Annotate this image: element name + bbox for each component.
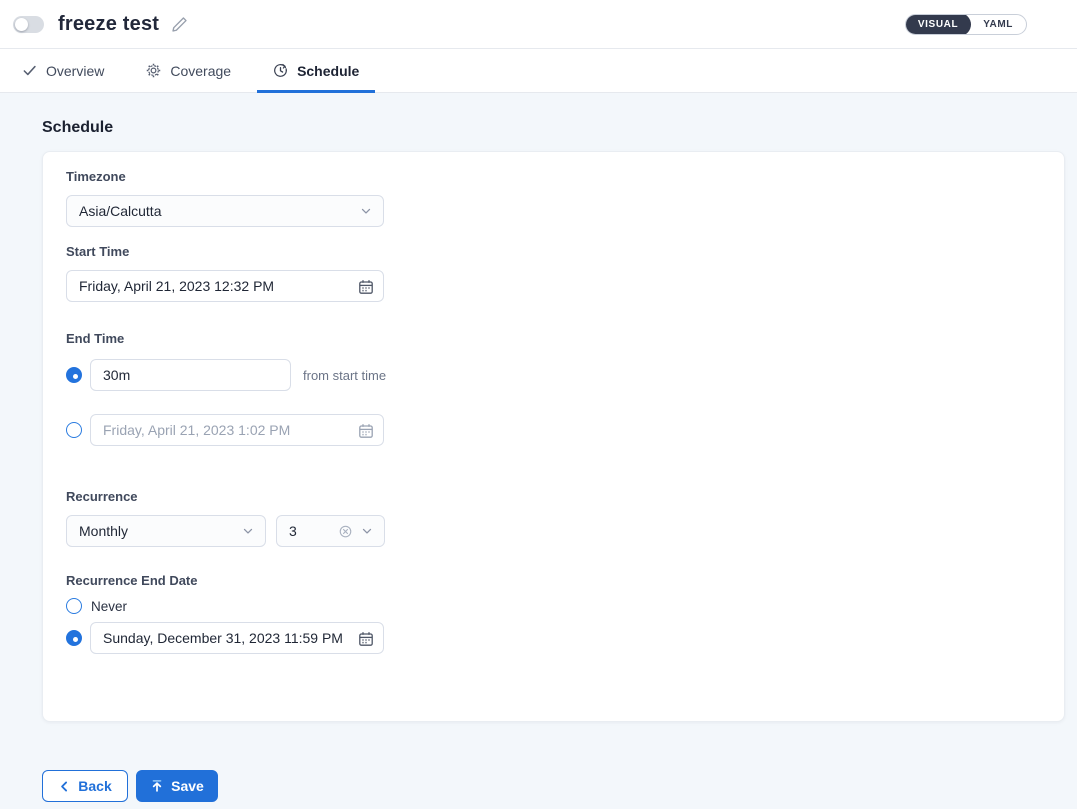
tab-coverage-label: Coverage <box>170 63 231 79</box>
recurrence-label: Recurrence <box>66 489 1040 505</box>
duration-input[interactable] <box>91 360 290 390</box>
mode-switch: VISUAL YAML <box>905 14 1027 35</box>
timezone-value: Asia/Calcutta <box>79 203 161 219</box>
start-time-input[interactable] <box>67 271 383 301</box>
calendar-icon[interactable] <box>358 279 374 298</box>
end-date-field <box>90 414 384 446</box>
duration-radio[interactable] <box>66 367 82 383</box>
check-icon <box>22 63 37 78</box>
chevron-down-icon <box>360 524 374 538</box>
back-button-label: Back <box>78 778 111 794</box>
footer-actions: Back Save <box>42 770 1065 802</box>
recurrence-count-value: 3 <box>289 523 297 539</box>
end-time-date-option <box>66 414 1040 446</box>
tab-bar: Overview Coverage Schedule <box>0 49 1077 93</box>
schedule-card: Timezone Asia/Calcutta Start Time End Ti… <box>42 151 1065 722</box>
gear-icon <box>146 63 161 78</box>
tab-overview-label: Overview <box>46 63 104 79</box>
page-title: freeze test <box>58 13 159 36</box>
recurrence-row: Monthly 3 <box>66 515 1040 547</box>
never-radio[interactable] <box>66 598 82 614</box>
chevron-left-icon <box>58 780 71 793</box>
recurrence-date-radio[interactable] <box>66 630 82 646</box>
recurrence-date-input[interactable] <box>91 623 383 653</box>
recurrence-type-select[interactable]: Monthly <box>66 515 266 547</box>
back-button[interactable]: Back <box>42 770 128 802</box>
recurrence-never-option: Never <box>66 598 1040 614</box>
toggle-knob <box>15 18 28 31</box>
tab-coverage[interactable]: Coverage <box>130 49 247 92</box>
chevron-down-icon <box>359 204 373 218</box>
save-button[interactable]: Save <box>136 770 218 802</box>
clock-history-icon <box>273 63 288 78</box>
app-header: freeze test VISUAL YAML <box>0 0 1077 49</box>
timezone-select[interactable]: Asia/Calcutta <box>66 195 384 227</box>
never-label: Never <box>91 599 127 614</box>
calendar-icon[interactable] <box>358 631 374 650</box>
schedule-heading: Schedule <box>42 119 1065 137</box>
tab-overview[interactable]: Overview <box>6 49 120 92</box>
timezone-label: Timezone <box>66 169 1040 185</box>
save-button-label: Save <box>171 778 204 794</box>
recurrence-end-label: Recurrence End Date <box>66 573 1040 589</box>
chevron-down-icon <box>241 524 255 538</box>
recurrence-date-field <box>90 622 384 654</box>
end-time-label: End Time <box>66 331 1040 347</box>
duration-field <box>90 359 291 391</box>
end-time-duration-option: from start time <box>66 359 1040 391</box>
recurrence-date-option <box>66 622 1040 654</box>
calendar-icon[interactable] <box>358 423 374 442</box>
edit-title-icon[interactable] <box>171 16 188 33</box>
recurrence-type-value: Monthly <box>79 523 128 539</box>
yaml-mode-button[interactable]: YAML <box>970 14 1026 35</box>
clear-icon[interactable] <box>338 524 353 539</box>
start-time-label: Start Time <box>66 244 1040 260</box>
freeze-enable-toggle[interactable] <box>13 16 44 33</box>
end-date-input[interactable] <box>91 415 383 445</box>
tab-schedule-label: Schedule <box>297 63 359 79</box>
visual-mode-button[interactable]: VISUAL <box>905 14 971 35</box>
start-time-field <box>66 270 384 302</box>
upload-icon <box>150 779 164 793</box>
recurrence-count-select[interactable]: 3 <box>276 515 385 547</box>
tab-schedule[interactable]: Schedule <box>257 49 375 92</box>
main-content: Schedule Timezone Asia/Calcutta Start Ti… <box>0 93 1077 809</box>
end-date-radio[interactable] <box>66 422 82 438</box>
duration-hint: from start time <box>303 368 386 383</box>
